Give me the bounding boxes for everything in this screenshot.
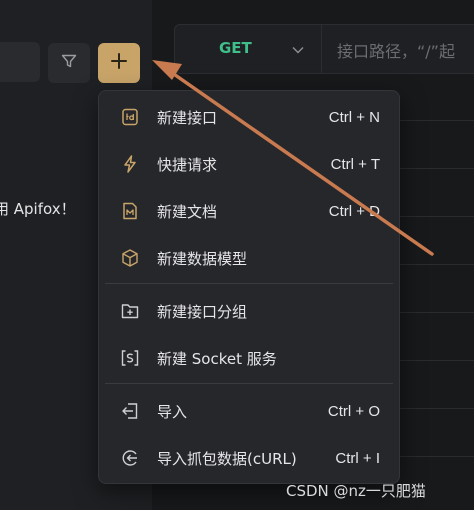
api-icon [120, 107, 140, 127]
url-divider [321, 25, 322, 73]
row-divider [390, 216, 474, 217]
menu-item-shortcut: Ctrl + N [328, 108, 380, 126]
row-divider [390, 456, 474, 457]
curl-import-icon [120, 448, 140, 468]
menu-item-import-curl[interactable]: 导入抓包数据(cURL) Ctrl + I [99, 435, 399, 481]
add-button[interactable] [98, 43, 140, 83]
menu-item-new-api-group[interactable]: 新建接口分组 [99, 288, 399, 334]
markdown-doc-icon [120, 201, 140, 221]
menu-item-shortcut: Ctrl + I [335, 449, 380, 467]
menu-item-new-doc[interactable]: 新建文档 Ctrl + D [99, 188, 399, 234]
menu-item-shortcut: Ctrl + O [327, 402, 380, 420]
row-divider [390, 120, 474, 121]
cube-icon [120, 248, 140, 268]
lightning-icon [120, 154, 140, 174]
menu-item-import[interactable]: 导入 Ctrl + O [99, 388, 399, 434]
import-icon [120, 401, 140, 421]
welcome-text: 用 Apifox！ [0, 200, 76, 218]
menu-item-new-data-model[interactable]: 新建数据模型 [99, 235, 399, 281]
row-divider [390, 360, 474, 361]
chevron-down-icon[interactable] [291, 42, 305, 61]
menu-divider [105, 283, 393, 284]
row-divider [390, 312, 474, 313]
menu-item-label: 导入抓包数据(cURL) [157, 449, 297, 468]
menu-item-label: 新建接口分组 [157, 302, 248, 321]
request-url-bar: GET 接口路径，“/”起 [174, 24, 474, 74]
row-divider [390, 168, 474, 169]
menu-item-label: 快捷请求 [157, 155, 218, 174]
menu-item-label: 新建 Socket 服务 [157, 349, 277, 368]
row-divider [390, 408, 474, 409]
row-divider [390, 264, 474, 265]
folder-add-icon [120, 301, 140, 321]
new-item-menu: 新建接口 Ctrl + N 快捷请求 Ctrl + T 新建文档 Ctrl + … [98, 90, 400, 484]
menu-item-shortcut: Ctrl + D [328, 202, 380, 220]
menu-divider [105, 383, 393, 384]
plus-icon [110, 52, 128, 74]
menu-item-label: 新建文档 [157, 202, 218, 221]
filter-icon [60, 52, 78, 74]
menu-item-quick-request[interactable]: 快捷请求 Ctrl + T [99, 141, 399, 187]
socket-icon [120, 348, 140, 368]
menu-item-label: 新建数据模型 [157, 249, 248, 268]
url-input[interactable]: 接口路径，“/”起 [337, 38, 455, 62]
menu-item-new-api[interactable]: 新建接口 Ctrl + N [99, 94, 399, 140]
method-select[interactable]: GET [219, 39, 252, 57]
menu-item-new-socket-service[interactable]: 新建 Socket 服务 [99, 335, 399, 381]
watermark: CSDN @nz一只肥猫 [286, 482, 426, 500]
menu-item-shortcut: Ctrl + T [330, 155, 380, 173]
menu-item-label: 导入 [157, 402, 188, 421]
menu-item-label: 新建接口 [157, 108, 218, 127]
search-input[interactable] [0, 42, 40, 82]
filter-button[interactable] [48, 43, 90, 83]
